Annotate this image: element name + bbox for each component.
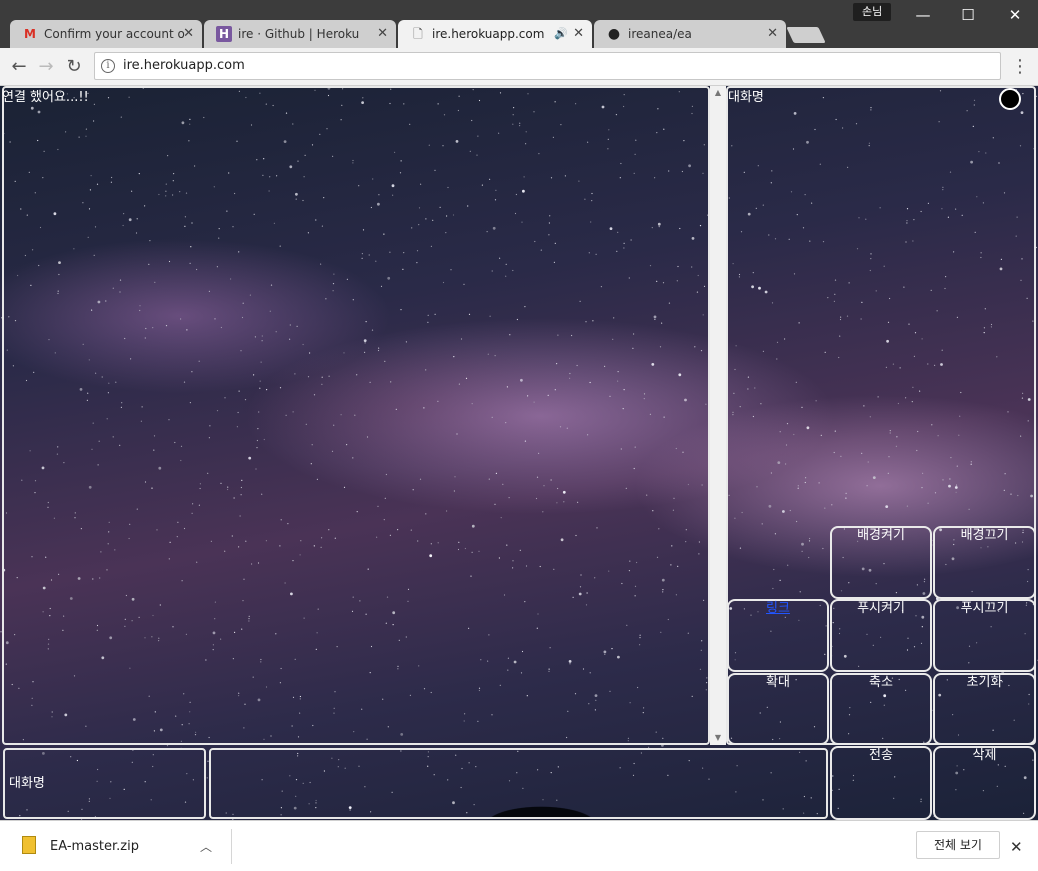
divider (231, 829, 232, 864)
close-download-bar-icon[interactable]: ✕ (1010, 821, 1023, 871)
message-input[interactable] (209, 748, 828, 819)
push-on-button[interactable]: 푸시켜기 (830, 599, 932, 672)
connection-status: 연결 했어요...!! (2, 90, 89, 105)
close-window-button[interactable]: ✕ (992, 0, 1038, 30)
gmail-icon: M (24, 27, 36, 41)
show-all-downloads-button[interactable]: 전체 보기 (916, 831, 1000, 859)
github-icon: ● (607, 26, 621, 42)
chat-scrollbar[interactable]: ▲ ▼ (710, 86, 726, 745)
tab-title: ire.herokuapp.com (432, 27, 545, 41)
download-bar: EA-master.zip ︿ 전체 보기 ✕ (0, 820, 1038, 871)
bg-on-button[interactable]: 배경켜기 (830, 526, 932, 599)
link-anchor[interactable]: 링크 (766, 601, 790, 616)
close-icon[interactable]: ✕ (183, 20, 194, 48)
reload-icon[interactable]: ↻ (62, 55, 86, 79)
profile-badge[interactable]: 손님 (853, 3, 892, 21)
scroll-down-icon[interactable]: ▼ (710, 731, 726, 745)
page-icon: 🗋 (413, 27, 423, 41)
user-list-title: 대화명 (728, 90, 764, 105)
chevron-up-icon[interactable]: ︿ (200, 821, 212, 871)
tab-title: ire · Github | Heroku (238, 27, 360, 41)
audio-icon[interactable]: 🔊 (554, 20, 568, 48)
menu-icon[interactable]: ⋮ (1008, 55, 1032, 79)
close-icon[interactable]: ✕ (573, 20, 584, 48)
maximize-button[interactable]: ☐ (945, 0, 991, 30)
tab-gmail[interactable]: M Confirm your account o ✕ (10, 20, 202, 48)
download-file-name[interactable]: EA-master.zip (50, 821, 139, 871)
delete-button[interactable]: 삭제 (933, 746, 1036, 820)
send-button[interactable]: 전송 (830, 746, 932, 820)
chat-log[interactable] (2, 86, 710, 745)
close-icon[interactable]: ✕ (377, 20, 388, 48)
title-bar: 손님 — ☐ ✕ M Confirm your account o ✕ H ir… (0, 0, 1038, 48)
browser-toolbar: ← → ↻ i ire.herokuapp.com ⋮ (0, 48, 1038, 86)
link-button[interactable]: 링크 (727, 599, 829, 672)
new-tab-button[interactable] (786, 27, 826, 43)
close-icon[interactable]: ✕ (767, 20, 778, 48)
reset-button[interactable]: 초기화 (933, 673, 1036, 745)
tab-github[interactable]: ● ireanea/ea ✕ (594, 20, 786, 48)
zoom-out-button[interactable]: 축소 (830, 673, 932, 745)
tab-heroku[interactable]: H ire · Github | Heroku ✕ (204, 20, 396, 48)
tab-title: Confirm your account o (44, 27, 185, 41)
push-off-button[interactable]: 푸시끄기 (933, 599, 1036, 672)
bg-off-button[interactable]: 배경끄기 (933, 526, 1036, 599)
heroku-icon: H (216, 26, 232, 42)
tab-title: ireanea/ea (628, 27, 692, 41)
minimize-button[interactable]: — (900, 0, 946, 30)
forward-icon[interactable]: → (34, 55, 58, 79)
url-text[interactable]: ire.herokuapp.com (123, 53, 245, 79)
zip-file-icon (22, 836, 36, 854)
tab-ire-herokuapp[interactable]: 🗋 ire.herokuapp.com 🔊 ✕ (398, 20, 592, 48)
address-bar[interactable]: i ire.herokuapp.com (94, 52, 1001, 80)
scroll-up-icon[interactable]: ▲ (710, 86, 726, 100)
back-icon[interactable]: ← (7, 55, 31, 79)
page-viewport: 연결 했어요...!! ▲ ▼ 대화명 배경켜기 배경끄기 링크 푸시켜기 푸시… (0, 86, 1038, 820)
status-circle-button[interactable] (999, 88, 1021, 110)
zoom-in-button[interactable]: 확대 (727, 673, 829, 745)
info-icon[interactable]: i (101, 59, 115, 73)
nickname-box[interactable]: 대화명 (3, 748, 206, 819)
